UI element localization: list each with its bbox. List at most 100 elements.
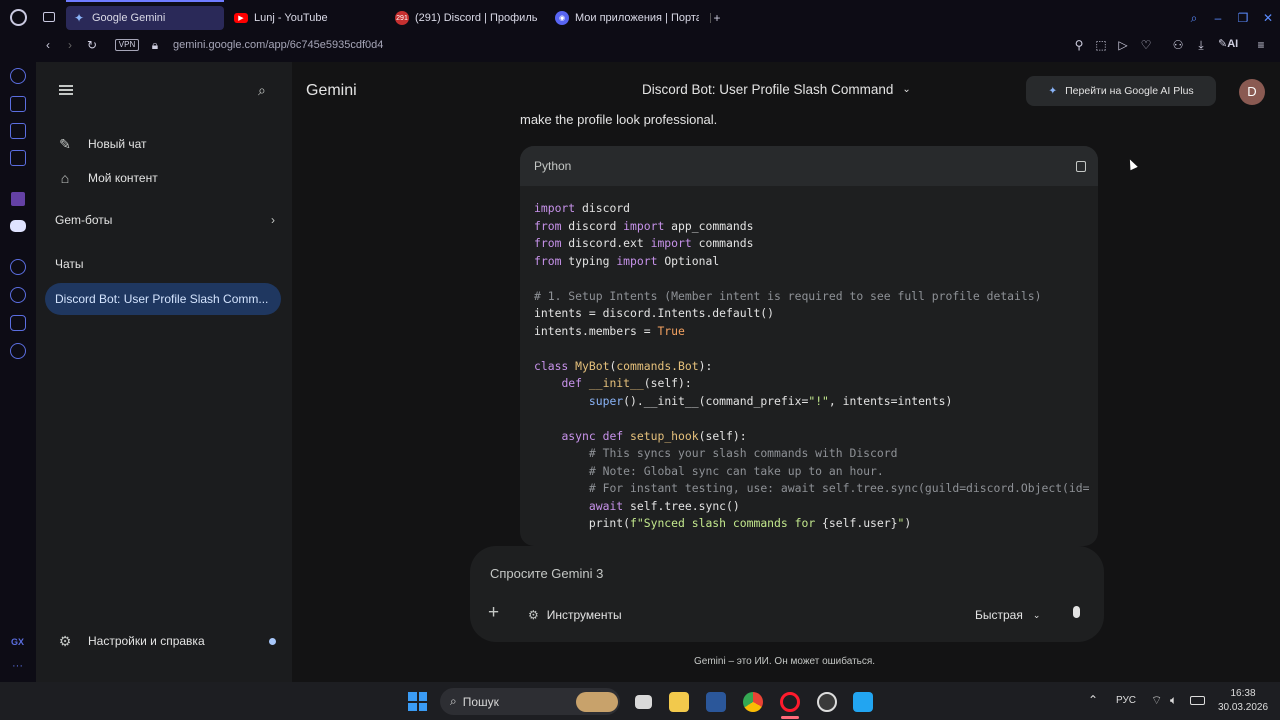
messenger-icon[interactable] — [10, 150, 26, 166]
copy-icon[interactable] — [1076, 160, 1086, 172]
file-explorer-icon[interactable] — [669, 692, 689, 712]
code-block: Python import discord from discord impor… — [520, 146, 1098, 546]
chevron-down-icon: ⌄ — [1032, 609, 1041, 620]
tab-label: Lunj - YouTube — [254, 12, 328, 24]
aria-icon[interactable] — [10, 68, 26, 84]
player-circle-icon[interactable] — [10, 259, 26, 275]
settings-gear-icon[interactable] — [10, 343, 26, 359]
sidebar-search-icon[interactable]: ⌕ — [258, 82, 266, 99]
upgrade-button[interactable]: ✦ Перейти на Google AI Plus — [1026, 76, 1216, 106]
code-content: import discord from discord import app_c… — [534, 201, 1090, 530]
volume-icon[interactable]: 🔈︎ — [1170, 693, 1177, 708]
prompt-input[interactable]: Спросите Gemini 3 — [490, 566, 603, 581]
settings-help-button[interactable]: ⚙ Настройки и справка — [56, 632, 276, 650]
chats-heading: Чаты — [55, 257, 84, 271]
active-chat-item[interactable]: Discord Bot: User Profile Slash Comm... — [45, 283, 281, 315]
tab-youtube[interactable]: ▶ Lunj - YouTube — [228, 6, 388, 30]
tools-label: Инструменты — [546, 608, 622, 622]
tools-button[interactable]: ⚙ Инструменты — [528, 608, 622, 622]
code-language: Python — [534, 159, 572, 173]
search-highlight-image — [576, 691, 618, 712]
maximize-icon[interactable]: ❐ — [1236, 11, 1250, 25]
disclaimer: Gemini – это ИИ. Он может ошибаться. — [694, 656, 876, 667]
address-bar[interactable]: gemini.google.com/app/6c745e5935cdf0d4 — [173, 36, 383, 54]
avatar[interactable]: D — [1239, 79, 1265, 105]
discord-icon: 291 — [395, 11, 409, 25]
download-icon[interactable]: ⤓ — [1194, 38, 1208, 52]
clock[interactable]: 16:38 30.03.2026 — [1214, 687, 1272, 715]
crypto-wallet-icon[interactable] — [10, 96, 26, 112]
extensions-icon[interactable] — [10, 315, 26, 331]
gems-button[interactable]: Gem-боты › — [55, 213, 275, 227]
lock-icon: 🔒︎ — [151, 37, 159, 52]
windows-start-icon[interactable] — [408, 692, 427, 711]
menu-icon[interactable]: ≡ — [1254, 38, 1268, 52]
mode-label: Быстрая — [975, 608, 1023, 622]
tray-chevron-up-icon[interactable]: ⌃ — [1088, 693, 1098, 707]
history-icon[interactable] — [10, 287, 26, 303]
more-dots-icon[interactable]: ··· — [12, 660, 23, 672]
obs-icon[interactable] — [817, 692, 837, 712]
vscode-icon[interactable] — [853, 692, 873, 712]
chrome-icon[interactable] — [743, 692, 763, 712]
pin-icon[interactable]: ⚲ — [1072, 38, 1086, 52]
heart-icon[interactable]: ♡ — [1139, 38, 1153, 52]
hamburger-menu-icon[interactable] — [59, 85, 73, 95]
back-arrow-icon[interactable]: ‹ — [41, 38, 55, 52]
play-icon[interactable]: ▷ — [1116, 38, 1130, 52]
search-label: Пошук — [462, 694, 499, 709]
taskbar-search-box[interactable]: ⌕ Пошук — [440, 688, 620, 715]
new-tab-plus-icon[interactable]: + — [710, 11, 724, 25]
tab-discord-profile[interactable]: 291 (291) Discord | Профиль с — [389, 6, 539, 30]
clock-date: 30.03.2026 — [1217, 702, 1269, 713]
twitch-icon[interactable] — [11, 192, 25, 206]
word-icon[interactable] — [706, 692, 726, 712]
browser-toolbar: ✦ Google Gemini ▶ Lunj - YouTube 291 (29… — [0, 0, 1280, 62]
aria-ai-button[interactable]: ✎AI — [1218, 37, 1238, 50]
vpn-badge[interactable]: VPN — [115, 39, 139, 51]
notification-dot — [269, 637, 276, 645]
add-plus-icon[interactable]: + — [488, 602, 499, 624]
clock-time: 16:38 — [1230, 688, 1256, 699]
tab-manager-icon[interactable] — [43, 12, 55, 22]
language-indicator[interactable]: РУС — [1116, 695, 1136, 706]
search-icon[interactable]: ⌕ — [1187, 11, 1201, 25]
mode-selector[interactable]: Быстрая ⌄ — [975, 608, 1040, 622]
active-app-indicator — [781, 716, 799, 719]
sparkle-icon: ✦ — [1048, 85, 1058, 97]
tab-label: (291) Discord | Профиль с — [415, 12, 539, 24]
opera-sidebar: GX ··· — [0, 62, 36, 682]
tools-sliders-icon: ⚙ — [528, 608, 539, 622]
opera-logo-icon[interactable] — [10, 9, 27, 26]
discord-icon[interactable] — [10, 220, 26, 232]
main-content: Gemini Discord Bot: User Profile Slash C… — [292, 62, 1280, 682]
chevron-right-icon: › — [271, 213, 275, 227]
gx-icon[interactable]: GX — [11, 637, 24, 647]
opera-icon[interactable] — [780, 692, 800, 712]
forward-arrow-icon[interactable]: › — [63, 38, 77, 52]
chat-title: Discord Bot: User Profile Slash Command — [642, 82, 894, 97]
chat-title-dropdown[interactable]: Discord Bot: User Profile Slash Command … — [642, 82, 911, 97]
wallet-icon[interactable]: ⚇ — [1171, 38, 1185, 52]
minimize-icon[interactable]: – — [1211, 11, 1225, 25]
reload-icon[interactable]: ↻ — [85, 38, 99, 52]
wifi-icon[interactable]: ⌔ — [1151, 693, 1162, 708]
battery-icon[interactable] — [1190, 696, 1205, 705]
tab-discord-apps[interactable]: ◉ Мои приложения | Порта — [549, 6, 699, 30]
player-icon[interactable] — [10, 123, 26, 139]
chevron-down-icon: ⌄ — [902, 84, 911, 95]
prompt-box: Спросите Gemini 3 + ⚙ Инструменты Быстра… — [470, 546, 1104, 642]
tab-label: Google Gemini — [92, 12, 166, 24]
close-icon[interactable]: ✕ — [1261, 11, 1275, 25]
sparkle-folder-icon: ⌂ — [60, 170, 70, 186]
app-title: Gemini — [306, 82, 357, 99]
ai-label: AI — [1227, 38, 1239, 50]
my-content-button[interactable]: ⌂ Мой контент — [56, 169, 158, 187]
new-chat-button[interactable]: ✎ Новый чат — [56, 135, 146, 153]
microphone-icon[interactable] — [1073, 606, 1080, 618]
discord-icon: ◉ — [555, 11, 569, 25]
snapshot-icon[interactable]: ⬚ — [1094, 38, 1108, 52]
windows-taskbar: ⌕ Пошук ⌃ РУС ⌔ 🔈︎ 16:38 30.03.2026 — [0, 682, 1280, 720]
task-view-icon[interactable] — [635, 695, 652, 709]
tab-google-gemini[interactable]: ✦ Google Gemini — [66, 6, 224, 30]
